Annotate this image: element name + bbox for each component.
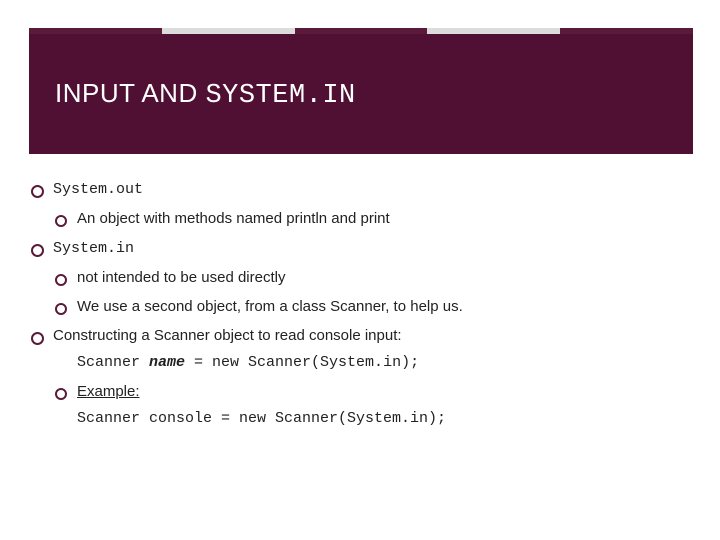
- slide-title: INPUT AND SYSTEM.IN: [55, 78, 356, 111]
- title-banner: INPUT AND SYSTEM.IN: [29, 34, 693, 154]
- list-item: not intended to be used directly: [53, 269, 693, 286]
- list-item: System.in not intended to be used direct…: [29, 239, 693, 315]
- bullet-text: We use a second object, from a class Sca…: [77, 298, 463, 315]
- list-item: We use a second object, from a class Sca…: [53, 298, 693, 315]
- code-name: name: [149, 354, 185, 371]
- bullet-text: not intended to be used directly: [77, 269, 285, 286]
- bullet-text: System.out: [53, 181, 143, 198]
- code-block: Scanner console = new Scanner(System.in)…: [77, 410, 693, 427]
- list-item: An object with methods named println and…: [53, 210, 693, 227]
- code-text: Scanner console = new Scanner(System.in)…: [77, 410, 446, 427]
- title-part2: SYSTEM.IN: [205, 81, 355, 111]
- slide-content: System.out An object with methods named …: [29, 180, 693, 439]
- bullet-text: System.in: [53, 240, 134, 257]
- bullet-text: Example:: [77, 383, 140, 400]
- list-item: System.out An object with methods named …: [29, 180, 693, 227]
- list-item: Constructing a Scanner object to read co…: [29, 327, 693, 427]
- bullet-text: An object with methods named println and…: [77, 210, 390, 227]
- code-text: = new Scanner(System.in);: [185, 354, 419, 371]
- list-item: Example: Scanner console = new Scanner(S…: [53, 383, 693, 427]
- code-text: Scanner: [77, 354, 149, 371]
- title-part1: INPUT AND: [55, 78, 205, 108]
- code-block: Scanner name = new Scanner(System.in);: [53, 354, 693, 371]
- bullet-text: Constructing a Scanner object to read co…: [53, 327, 402, 344]
